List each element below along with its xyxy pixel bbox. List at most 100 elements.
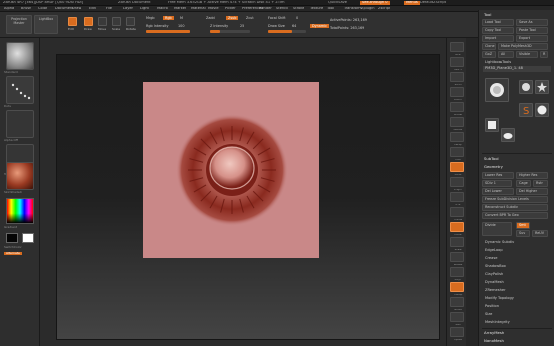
menu-item[interactable]: Texture <box>310 7 323 11</box>
shelf-button[interactable]: Zoom <box>450 87 464 101</box>
import-button[interactable]: Import <box>482 35 514 43</box>
draw-mode-icon[interactable] <box>84 17 93 26</box>
m-toggle[interactable]: M <box>180 16 183 20</box>
stroke-dots-thumb[interactable] <box>6 76 34 104</box>
shelf-button[interactable]: Ghost <box>450 297 464 311</box>
shelf-button[interactable]: XYZ <box>450 192 464 206</box>
sphere3d-thumb[interactable] <box>535 103 549 117</box>
higher-res-button[interactable]: Higher Res <box>516 172 548 180</box>
convert-bpr-button[interactable]: Convert BPR To Geo <box>482 212 548 220</box>
geometry-subsection[interactable]: ZRemesher <box>483 288 551 294</box>
shelf-button[interactable]: BPR <box>450 42 464 56</box>
dynamic-toggle[interactable]: Dynamic <box>310 24 329 28</box>
scale-mode-icon[interactable] <box>112 17 121 26</box>
rotate-mode-icon[interactable] <box>126 17 135 26</box>
rstr-button[interactable]: Rstr <box>533 180 548 188</box>
make-polymesh-button[interactable]: Make PolyMesh3D <box>498 43 548 51</box>
shelf-button[interactable]: Persp <box>450 132 464 146</box>
menu-item[interactable]: Draw <box>72 7 81 11</box>
plane-thumb[interactable] <box>485 118 499 132</box>
shelf-button[interactable]: SPix 3 <box>450 57 464 71</box>
menus-button[interactable]: Menus <box>404 1 420 5</box>
default-zscript-button[interactable]: DefaultZScript <box>420 1 446 5</box>
rgb-toggle[interactable]: Rgb <box>163 16 174 20</box>
reuv-button[interactable]: ReUV <box>532 230 548 238</box>
menu-item[interactable]: Document <box>55 7 74 11</box>
menu-item[interactable]: Edit <box>89 7 96 11</box>
shelf-button[interactable]: Scale <box>450 237 464 251</box>
see-through-slider[interactable]: See-through 0 <box>360 1 390 5</box>
shelf-button[interactable]: Frame <box>450 207 464 221</box>
geometry-subsection[interactable]: Modify Topology <box>483 296 551 302</box>
alternate-button[interactable]: Alternate <box>4 252 22 255</box>
current-tool-slider[interactable]: PM3D_Plane3D_1. 48 <box>483 66 551 72</box>
zcut-toggle[interactable]: Zcut <box>246 16 254 20</box>
lower-res-button[interactable]: Lower Res <box>482 172 514 180</box>
zadd-toggle[interactable]: Zadd <box>206 16 215 20</box>
geometry-subsection[interactable]: ShadowBox <box>483 264 551 270</box>
geometry-subsection[interactable]: Position <box>483 304 551 310</box>
export-button[interactable]: Export <box>516 35 548 43</box>
menu-item[interactable]: Zplugin <box>361 7 375 11</box>
alpha-thumb[interactable] <box>6 110 34 138</box>
copy-tool-button[interactable]: Copy Tool <box>482 27 514 35</box>
menu-item[interactable]: Brush <box>21 7 31 11</box>
geometry-subsection[interactable]: Size <box>483 312 551 318</box>
menu-item[interactable]: Transform <box>344 7 362 11</box>
mrgb-toggle[interactable]: Mrgb <box>146 16 155 20</box>
menu-item[interactable]: Layer <box>123 7 133 11</box>
shelf-button[interactable]: Rotate <box>450 252 464 266</box>
move-mode-icon[interactable] <box>98 17 107 26</box>
nanomesh-section[interactable]: NanoMesh <box>482 338 552 344</box>
shelf-button[interactable]: Scroll <box>450 72 464 86</box>
shelf-button[interactable]: AAHalf <box>450 117 464 131</box>
shelf-button[interactable]: Transp <box>450 282 464 296</box>
shelf-button[interactable]: Xpose <box>450 327 464 341</box>
load-tool-button[interactable]: Load Tool <box>482 19 514 27</box>
quicksave-button[interactable]: QuickSave <box>328 1 347 5</box>
lightbox-tools-button[interactable]: Lightbox▸Tools <box>483 60 551 66</box>
shelf-button[interactable]: Actual <box>450 102 464 116</box>
reconstruct-subdiv-button[interactable]: Reconstruct Subdiv <box>482 204 548 212</box>
sdiv-slider[interactable]: SDiv 1 <box>482 180 512 188</box>
menu-item[interactable]: Movie <box>208 7 219 11</box>
cage-button[interactable]: Cage <box>516 180 531 188</box>
menu-item[interactable]: Picker <box>225 7 236 11</box>
zsub-toggle[interactable]: Zsub <box>226 16 239 20</box>
menu-item[interactable]: Light <box>140 7 149 11</box>
arraymesh-section[interactable]: ArrayMesh <box>482 330 552 336</box>
geometry-subsection[interactable]: DynaMesh <box>483 280 551 286</box>
secondary-color-swatch[interactable] <box>22 233 34 243</box>
shelf-button[interactable]: Move <box>450 222 464 236</box>
brush-standard-thumb[interactable] <box>6 42 34 70</box>
cylinder3d-thumb[interactable] <box>519 80 533 94</box>
menu-item[interactable]: Macro <box>157 7 168 11</box>
freeze-subdiv-button[interactable]: Freeze SubDivision Levels <box>482 196 548 204</box>
menu-item[interactable]: Zscript <box>378 7 390 11</box>
color-picker[interactable] <box>6 198 34 224</box>
sculpt-mesh[interactable] <box>174 112 290 228</box>
edit-mode-icon[interactable] <box>68 17 77 26</box>
shelf-button[interactable]: PolyF <box>450 267 464 281</box>
plane3d-thumb[interactable] <box>485 78 509 102</box>
goz-button[interactable]: GoZ <box>482 51 496 59</box>
geometry-section[interactable]: Geometry <box>482 164 552 170</box>
visible-button[interactable]: Visible <box>516 51 538 59</box>
shelf-button[interactable]: Floor <box>450 147 464 161</box>
polymesh3d-thumb[interactable] <box>535 80 549 94</box>
menu-item[interactable]: Alpha <box>4 7 14 11</box>
smt-toggle[interactable]: Smt <box>516 222 530 230</box>
lightbox-button[interactable]: LightBox <box>34 15 58 34</box>
projection-master-button[interactable]: Projection Master <box>6 15 32 34</box>
menu-item[interactable]: Stencil <box>276 7 288 11</box>
save-as-button[interactable]: Save As <box>516 19 548 27</box>
material-thumb[interactable] <box>6 162 34 190</box>
pm3d-plane-thumb[interactable] <box>501 128 515 142</box>
menu-item[interactable]: Render <box>259 7 272 11</box>
shelf-button[interactable]: L.Sym <box>450 177 464 191</box>
geometry-subsection[interactable]: EdgeLoop <box>483 248 551 254</box>
subtool-section[interactable]: SubTool <box>482 156 552 162</box>
menu-item[interactable]: Marker <box>174 7 186 11</box>
r-button[interactable]: R <box>540 51 548 59</box>
geometry-subsection[interactable]: Dynamic Subdiv <box>483 240 551 246</box>
